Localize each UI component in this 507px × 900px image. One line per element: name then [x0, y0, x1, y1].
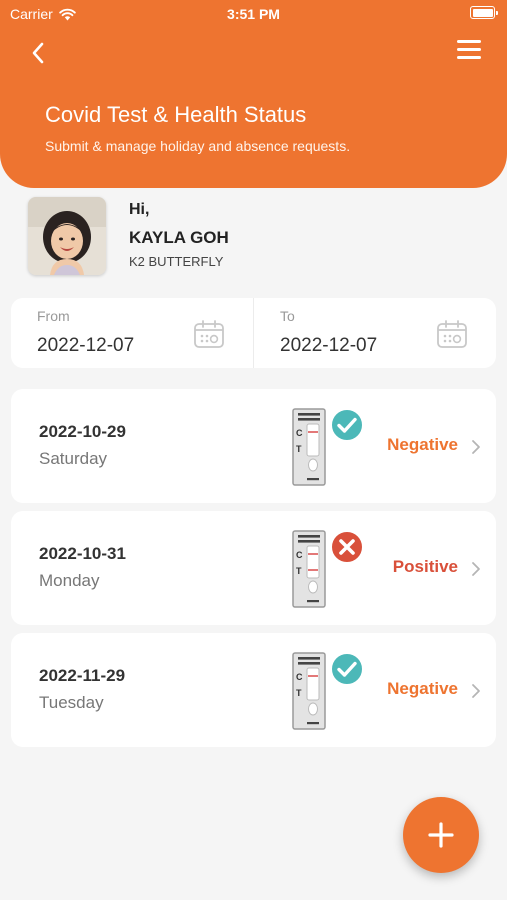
- result-status: Negative: [387, 435, 458, 454]
- header: Carrier 3:51 PM Covid Test & Health Stat…: [0, 0, 507, 188]
- status-bar: Carrier 3:51 PM: [0, 0, 507, 28]
- back-button[interactable]: [24, 38, 52, 68]
- test-record-card[interactable]: 2022-10-29 Saturday C T Negative: [11, 389, 496, 503]
- date-range-filter: From 2022-12-07 To 2022-12-07: [11, 298, 496, 368]
- page-title: Covid Test & Health Status: [45, 102, 307, 127]
- record-date: 2022-10-29: [39, 422, 126, 441]
- page-subtitle: Submit & manage holiday and absence requ…: [45, 138, 351, 154]
- kit-t-label: T: [296, 688, 302, 698]
- kit-c-label: C: [296, 550, 303, 560]
- to-date-value: 2022-12-07: [280, 335, 378, 356]
- test-kit-icon: C T: [292, 408, 326, 486]
- result-status: Negative: [387, 679, 458, 698]
- chevron-right-icon: [472, 440, 480, 454]
- test-kit-icon: C T: [292, 530, 326, 608]
- to-date-picker[interactable]: To 2022-12-07: [254, 298, 496, 368]
- from-label: From: [37, 308, 70, 324]
- to-label: To: [280, 308, 295, 324]
- result-status: Positive: [392, 557, 458, 576]
- record-date: 2022-11-29: [39, 666, 126, 685]
- calendar-icon: [437, 320, 467, 348]
- test-kit-icon: C T: [292, 652, 326, 730]
- add-record-button[interactable]: [403, 797, 479, 873]
- calendar-icon: [194, 320, 224, 348]
- battery-icon: [470, 6, 498, 19]
- avatar: [28, 197, 106, 275]
- from-date-picker[interactable]: From 2022-12-07: [11, 298, 253, 368]
- record-date: 2022-10-31: [39, 544, 126, 563]
- student-profile: Hi, KAYLA GOH K2 BUTTERFLY: [28, 197, 488, 277]
- from-date-value: 2022-12-07: [37, 335, 135, 356]
- plus-icon: [428, 822, 454, 848]
- record-day: Tuesday: [39, 693, 104, 712]
- record-day: Monday: [39, 571, 100, 590]
- test-record-card[interactable]: 2022-11-29 Tuesday C T Negative: [11, 633, 496, 747]
- chevron-right-icon: [472, 684, 480, 698]
- hamburger-menu-icon[interactable]: [457, 40, 481, 64]
- kit-c-label: C: [296, 672, 303, 682]
- student-class: K2 BUTTERFLY: [129, 254, 224, 269]
- test-record-card[interactable]: 2022-10-31 Monday C T Positive: [11, 511, 496, 625]
- student-name: KAYLA GOH: [129, 228, 229, 247]
- clock: 3:51 PM: [227, 6, 280, 22]
- record-day: Saturday: [39, 449, 108, 468]
- kit-t-label: T: [296, 566, 302, 576]
- greeting: Hi,: [129, 201, 150, 218]
- back-chevron-icon: [32, 42, 44, 64]
- kit-c-label: C: [296, 428, 303, 438]
- chevron-right-icon: [472, 562, 480, 576]
- kit-t-label: T: [296, 444, 302, 454]
